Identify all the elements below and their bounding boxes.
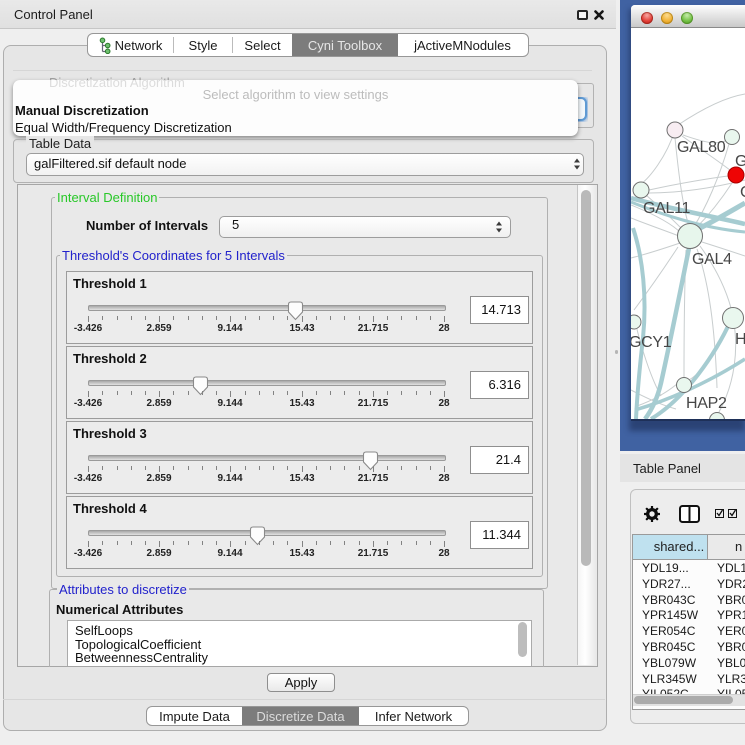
svg-text:GAL11: GAL11 xyxy=(643,200,691,217)
svg-text:H: H xyxy=(735,331,745,348)
svg-text:G: G xyxy=(735,153,745,170)
svg-text:C: C xyxy=(740,184,745,201)
svg-text:GAL4: GAL4 xyxy=(692,251,732,268)
svg-text:HAP2: HAP2 xyxy=(686,395,727,412)
svg-text:GCY1: GCY1 xyxy=(631,334,672,351)
svg-text:GAL80: GAL80 xyxy=(677,139,726,156)
